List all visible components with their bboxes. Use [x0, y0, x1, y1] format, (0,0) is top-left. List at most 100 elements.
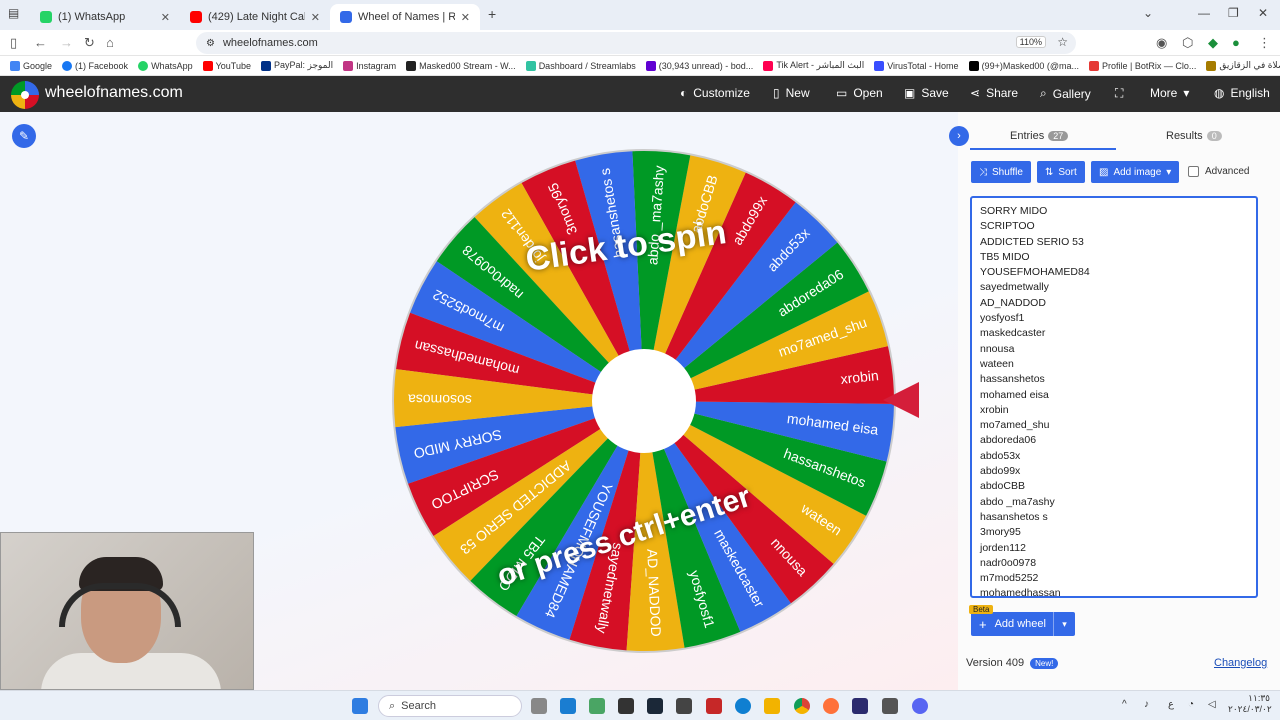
add-image-button[interactable]: ▨ Add image ▾ [1091, 161, 1180, 183]
forward-icon[interactable]: → [60, 35, 73, 50]
more-button[interactable]: More ▾ [1150, 86, 1189, 100]
save-button[interactable]: ▣ Save [904, 86, 949, 100]
entry-line[interactable]: SCRIPTOO [980, 219, 1256, 234]
unreal-icon[interactable] [647, 698, 663, 714]
bookmark-item[interactable]: WhatsApp [138, 60, 193, 71]
app-icon[interactable] [706, 698, 722, 714]
entry-line[interactable]: jorden112 [980, 541, 1256, 556]
entry-line[interactable]: abdo99x [980, 464, 1256, 479]
back-icon[interactable]: ← [34, 35, 47, 50]
edit-pencil-icon[interactable]: ✎ [12, 124, 36, 148]
tray-chevron-icon[interactable]: ^ [1122, 699, 1127, 710]
entry-line[interactable]: ADDICTED SERIO 53 [980, 235, 1256, 250]
entry-line[interactable]: xrobin [980, 403, 1256, 418]
bookmark-item[interactable]: Google [10, 60, 52, 71]
app-icon[interactable] [676, 698, 692, 714]
tab-entries[interactable]: Entries 27 [1010, 130, 1069, 142]
open-button[interactable]: ▭ Open [836, 86, 883, 100]
sort-button[interactable]: ⇅ Sort [1037, 161, 1085, 183]
bookmark-item[interactable]: (30,943 unread) - bod... [645, 60, 753, 71]
fullscreen-button[interactable]: ⛶ [1115, 86, 1123, 101]
new-button[interactable]: ▯ New [773, 86, 810, 100]
discord-icon[interactable] [912, 698, 928, 714]
windows-start-icon[interactable] [352, 698, 368, 714]
notepad-icon[interactable] [560, 698, 576, 714]
maximize-icon[interactable]: ❐ [1228, 6, 1239, 20]
wheel-logo-icon[interactable] [11, 81, 39, 109]
browser-tab-youtube[interactable]: (429) Late Night Calm | Gen ✕ [180, 4, 330, 30]
tab-results[interactable]: Results 0 [1166, 130, 1222, 142]
volume-icon[interactable]: ◁ [1208, 699, 1216, 710]
profile-icon[interactable]: ◉ [1156, 35, 1167, 51]
entry-line[interactable]: abdoreda06 [980, 433, 1256, 448]
firefox-icon[interactable] [823, 698, 839, 714]
gallery-button[interactable]: ⌕ Gallery [1040, 86, 1091, 101]
bookmark-item[interactable]: Tik Alert - البث المباشر [763, 60, 864, 71]
bookmark-item[interactable]: (1) Facebook [62, 60, 128, 71]
entry-line[interactable]: hassanshetos [980, 372, 1256, 387]
changelog-link[interactable]: Changelog [1214, 657, 1267, 669]
entry-line[interactable]: hasanshetos s [980, 510, 1256, 525]
tab-actions-icon[interactable]: ▤ [8, 6, 19, 20]
browser-menu-icon[interactable]: ⋮ [1258, 35, 1271, 51]
collapse-panel-icon[interactable]: › [949, 126, 969, 146]
task-view-icon[interactable] [531, 698, 547, 714]
bookmark-item[interactable]: (99+)Masked00 (@ma... [968, 60, 1079, 71]
entry-line[interactable]: nnousa [980, 342, 1256, 357]
wifi-icon[interactable]: ◔ [1188, 699, 1194, 710]
close-tab-icon[interactable]: ✕ [311, 11, 320, 24]
entry-line[interactable]: TB5 MIDO [980, 250, 1256, 265]
entry-line[interactable]: 3mory95 [980, 525, 1256, 540]
bookmark-item[interactable]: YouTube [202, 60, 251, 71]
extension-check-icon[interactable]: ● [1232, 35, 1240, 50]
entry-line[interactable]: wateen [980, 357, 1256, 372]
input-language[interactable]: ع [1168, 699, 1174, 710]
close-tab-icon[interactable]: ✕ [161, 11, 170, 24]
reload-icon[interactable]: ↻ [84, 35, 95, 51]
microphone-icon[interactable]: ♪ [1144, 699, 1149, 710]
clock[interactable]: ١١:٣٥ ٢٠٢٤/٠٣/٠٢ [1228, 693, 1272, 715]
entry-line[interactable]: AD_NADDOD [980, 296, 1256, 311]
chevron-down-icon[interactable]: ▾ [1053, 612, 1075, 636]
app-icon[interactable] [852, 698, 868, 714]
entry-line[interactable]: m7mod5252 [980, 571, 1256, 586]
shuffle-button[interactable]: ⤨ Shuffle [971, 161, 1031, 183]
app-icon[interactable] [882, 698, 898, 714]
extension-shield-icon[interactable]: ◆ [1208, 35, 1218, 51]
calculator-icon[interactable] [589, 698, 605, 714]
bookmark-item[interactable]: Masked00 Stream - W... [406, 60, 516, 71]
close-tab-icon[interactable]: ✕ [461, 11, 470, 24]
entry-line[interactable]: abdo _ma7ashy [980, 495, 1256, 510]
browser-tab-whatsapp[interactable]: (1) WhatsApp ✕ [30, 4, 180, 30]
bookmark-item[interactable]: Instagram [343, 60, 396, 71]
entry-line[interactable]: abdo53x [980, 449, 1256, 464]
taskbar-search-input[interactable]: ⌕ Search [378, 695, 522, 717]
entries-textarea[interactable]: SORRY MIDO SCRIPTOO ADDICTED SERIO 53 TB5 M… [970, 196, 1258, 598]
advanced-checkbox[interactable]: Advanced [1188, 166, 1249, 177]
browser-tab-wheelofnames[interactable]: Wheel of Names | Random nam ✕ [330, 4, 480, 30]
share-button[interactable]: ⋖ Share [970, 86, 1018, 100]
entry-line[interactable]: mohamed eisa [980, 388, 1256, 403]
close-window-icon[interactable]: ✕ [1258, 6, 1268, 20]
chrome-icon[interactable] [794, 698, 810, 714]
entry-line[interactable]: sayedmetwally [980, 280, 1256, 295]
bookmark-star-icon[interactable]: ☆ [1057, 35, 1068, 49]
app-icon[interactable] [618, 698, 634, 714]
new-tab-button[interactable]: + [488, 6, 496, 22]
entry-line[interactable]: mo7amed_shu [980, 418, 1256, 433]
add-wheel-button[interactable]: + Add wheel ▾ [971, 612, 1075, 636]
site-logo-text[interactable]: wheelofnames.com [45, 84, 183, 102]
entry-line[interactable]: SORRY MIDO [980, 204, 1256, 219]
bookmark-item[interactable]: VirusTotal - Home [874, 60, 959, 71]
entry-line[interactable]: maskedcaster [980, 326, 1256, 341]
entry-line[interactable]: nadr0o0978 [980, 556, 1256, 571]
entry-line[interactable]: abdoCBB [980, 479, 1256, 494]
entry-line[interactable]: YOUSEFMOHAMED84 [980, 265, 1256, 280]
edge-icon[interactable] [735, 698, 751, 714]
zoom-indicator[interactable]: 110% [1015, 36, 1046, 48]
bookmark-item[interactable]: Dashboard / Streamlabs [525, 60, 636, 71]
language-button[interactable]: ◍ English [1214, 86, 1270, 100]
home-icon[interactable]: ⌂ [106, 35, 114, 50]
entry-line[interactable]: mohamedhassan [980, 586, 1256, 596]
minimize-icon[interactable]: — [1198, 6, 1210, 20]
